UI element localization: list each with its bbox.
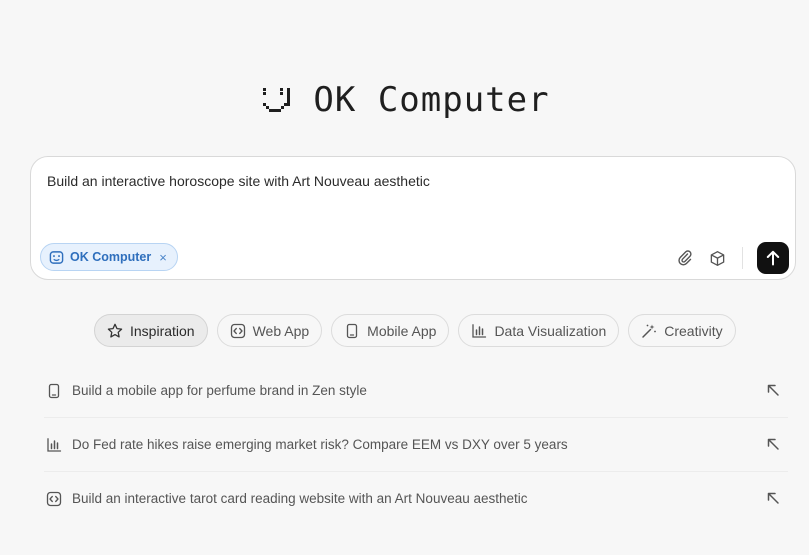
tab-label: Inspiration [130,322,195,339]
cube-icon [710,250,724,266]
mode-chip-label: OK Computer [70,250,152,264]
tab-creativity[interactable]: Creativity [628,314,736,347]
tab-label: Creativity [664,322,723,339]
logo: OK Computer [0,80,809,120]
suggestion-item[interactable]: Do Fed rate hikes raise emerging market … [44,418,788,472]
category-tabs: Inspiration Web App Mobile App Data Visu… [94,314,736,347]
star-icon [107,323,123,339]
close-icon[interactable]: × [159,250,167,265]
tab-label: Data Visualization [494,322,607,339]
send-button[interactable] [757,242,789,274]
suggestion-text: Build a mobile app for perfume brand in … [72,383,367,398]
attach-button[interactable] [675,248,695,268]
prompt-composer[interactable]: Build an interactive horoscope site with… [30,156,796,280]
code-icon [46,491,62,507]
page: OK Computer Build an interactive horosco… [0,0,809,555]
suggestion-item[interactable]: Build an interactive tarot card reading … [44,472,788,525]
mobile-icon [344,323,360,339]
arrow-up-left-icon[interactable] [764,489,782,507]
paperclip-icon [678,250,692,266]
arrow-up-left-icon[interactable] [764,381,782,399]
suggestion-text: Do Fed rate hikes raise emerging market … [72,437,568,452]
arrow-up-left-icon[interactable] [764,435,782,453]
mobile-icon [46,383,62,399]
smiley-logo-icon [263,88,291,112]
suggestion-text: Build an interactive tarot card reading … [72,491,528,506]
arrow-up-icon [766,250,780,266]
tab-data-visualization[interactable]: Data Visualization [458,314,620,347]
suggestion-item[interactable]: Build a mobile app for perfume brand in … [44,364,788,418]
tab-web-app[interactable]: Web App [216,314,323,347]
tab-label: Mobile App [367,322,437,339]
app-title: OK Computer [313,80,550,120]
magic-wand-icon [641,323,657,339]
prompt-input[interactable]: Build an interactive horoscope site with… [47,173,430,189]
code-icon [230,323,246,339]
tab-inspiration[interactable]: Inspiration [94,314,208,347]
bar-chart-icon [46,437,62,453]
tab-mobile-app[interactable]: Mobile App [331,314,450,347]
toolbar-divider [742,247,743,269]
tab-label: Web App [252,322,310,339]
bar-chart-icon [471,323,487,339]
robot-face-icon [49,250,64,265]
mode-chip-ok-computer[interactable]: OK Computer × [40,243,178,271]
components-button[interactable] [707,248,727,268]
suggestion-list: Build a mobile app for perfume brand in … [44,364,788,525]
